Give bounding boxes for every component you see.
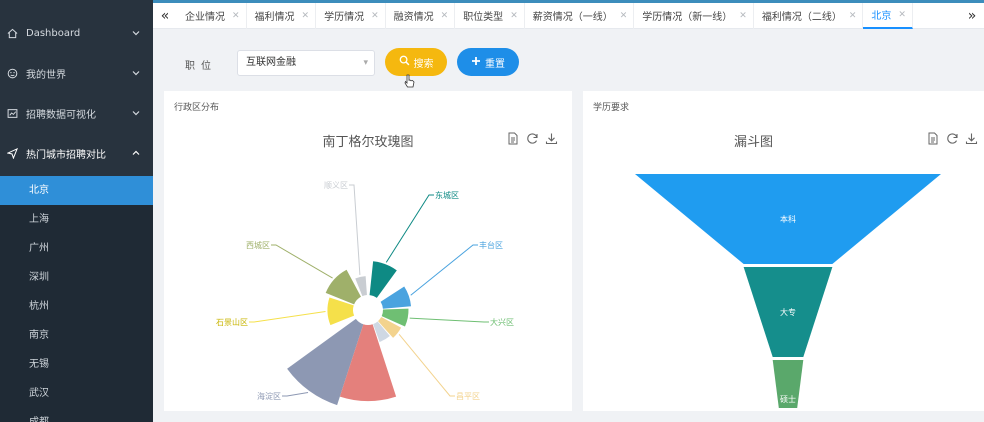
tab-financing[interactable]: 融资情况 ✕ <box>386 2 456 29</box>
sidebar-item-dashboard[interactable]: Dashboard <box>0 13 153 53</box>
rose-center-hole <box>354 296 382 324</box>
tab-label: 职位类型 <box>463 12 504 23</box>
district-panel: 行政区分布 南丁格尔玫瑰图 海淀区 东城区 丰台区 大兴区 昌平区 石景山区 西城区 顺义区 <box>164 91 572 411</box>
position-select[interactable]: 互联网金融 ▾ <box>237 50 375 76</box>
sidebar-item-city-compare[interactable]: 热门城市招聘对比 <box>0 133 153 173</box>
tabs-prev-button[interactable]: « <box>153 3 177 29</box>
tab-label: 学历情况（新一线） <box>642 12 733 23</box>
tab-label: 学历情况 <box>324 12 365 23</box>
home-icon <box>6 27 18 39</box>
search-button[interactable]: 搜索 <box>385 48 447 76</box>
funnel-chart: 本科大专硕士 <box>635 174 941 408</box>
funnel-label: 硕士 <box>780 394 796 404</box>
close-icon[interactable]: ✕ <box>620 11 628 21</box>
rose-label: 大兴区 <box>490 317 514 327</box>
tab-salary-tier1[interactable]: 薪资情况（一线） ✕ <box>525 2 635 29</box>
tab-bar: « 企业情况 ✕ 福利情况 ✕ 学历情况 ✕ 融资情况 ✕ 职位类型 ✕ 薪资情况（一线）… <box>153 2 984 29</box>
tab-job-type[interactable]: 职位类型 ✕ <box>455 2 525 29</box>
rose-label-line <box>398 333 455 397</box>
close-icon[interactable]: ✕ <box>302 11 310 21</box>
reset-button[interactable]: 重置 <box>457 48 519 76</box>
rose-label-line <box>249 310 326 323</box>
rose-label: 丰台区 <box>479 240 503 250</box>
rose-label-line <box>282 392 309 397</box>
tab-welfare[interactable]: 福利情况 ✕ <box>247 2 317 29</box>
close-icon[interactable]: ✕ <box>510 11 518 21</box>
rose-label: 西城区 <box>246 241 270 250</box>
close-icon[interactable]: ✕ <box>232 11 240 21</box>
submenu-item-wuxi[interactable]: 无锡 <box>0 350 153 379</box>
close-icon[interactable]: ✕ <box>898 10 906 20</box>
sidebar-item-recruit-viz[interactable]: 招聘数据可视化 <box>0 93 153 133</box>
rose-label-line <box>349 184 361 275</box>
sidebar-item-my-world[interactable]: 我的世界 <box>0 53 153 93</box>
position-select-value: 互联网金融 <box>246 57 296 68</box>
caret-down-icon: ▾ <box>363 58 368 68</box>
sidebar: Dashboard 我的世界 招聘数据可视化 热门城市招聘对比 北京 上海 广州… <box>0 0 153 422</box>
tab-company[interactable]: 企业情况 ✕ <box>177 2 247 29</box>
mouse-pointer-icon <box>404 74 415 91</box>
submenu-item-wuhan[interactable]: 武汉 <box>0 379 153 408</box>
reset-button-label: 重置 <box>485 58 505 70</box>
rose-label: 东城区 <box>435 190 459 200</box>
submenu-item-shanghai[interactable]: 上海 <box>0 205 153 234</box>
tab-label: 北京 <box>871 11 892 22</box>
education-panel: 学历要求 漏斗图 本科 大专 硕士 <box>583 91 984 411</box>
plus-icon <box>471 56 481 69</box>
sidebar-item-label: 热门城市招聘对比 <box>26 149 106 161</box>
position-label: 职位 <box>185 61 217 72</box>
sidebar-item-label: 招聘数据可视化 <box>26 109 96 121</box>
chart-icon <box>6 107 18 119</box>
tab-education[interactable]: 学历情况 ✕ <box>316 2 386 29</box>
tab-beijing[interactable]: 北京 ✕ <box>863 2 913 29</box>
chevron-down-icon <box>131 28 141 38</box>
rose-sector[interactable] <box>380 286 412 309</box>
tab-label: 薪资情况（一线） <box>532 12 613 23</box>
rose-label-line <box>409 317 489 323</box>
tab-label: 融资情况 <box>393 12 434 23</box>
tab-label: 福利情况（二线） <box>761 12 842 23</box>
city-submenu: 北京 上海 广州 深圳 杭州 南京 无锡 武汉 成都 <box>0 176 153 422</box>
rose-chart: 海淀区 东城区丰台区大兴区昌平区 石景山区 西城区 顺义区 <box>216 181 514 406</box>
close-icon[interactable]: ✕ <box>371 11 379 21</box>
rose-sector[interactable] <box>369 261 397 298</box>
close-icon[interactable]: ✕ <box>739 11 747 21</box>
chevron-down-icon <box>131 68 141 78</box>
tab-education-newtier1[interactable]: 学历情况（新一线） ✕ <box>634 2 754 29</box>
rose-label: 石景山区 <box>216 317 248 327</box>
chevron-down-icon <box>131 108 141 118</box>
close-icon[interactable]: ✕ <box>849 11 857 21</box>
submenu-item-guangzhou[interactable]: 广州 <box>0 234 153 263</box>
chevron-up-icon <box>131 148 141 158</box>
search-button-label: 搜索 <box>413 58 434 70</box>
submenu-item-hangzhou[interactable]: 杭州 <box>0 292 153 321</box>
rose-label: 昌平区 <box>456 392 480 401</box>
rose-label-line <box>385 194 434 263</box>
rose-label-line <box>410 244 478 296</box>
submenu-item-chengdu[interactable]: 成都 <box>0 408 153 422</box>
funnel-label: 大专 <box>780 307 796 317</box>
tab-label: 福利情况 <box>254 12 295 23</box>
submenu-item-shenzhen[interactable]: 深圳 <box>0 263 153 292</box>
search-icon <box>399 55 410 69</box>
rose-label: 海淀区 <box>257 391 281 401</box>
globe-icon <box>6 67 18 79</box>
funnel-label: 本科 <box>780 214 796 224</box>
rose-label-line <box>271 244 333 279</box>
sidebar-item-label: Dashboard <box>26 27 81 39</box>
tab-welfare-tier2[interactable]: 福利情况（二线） ✕ <box>754 2 864 29</box>
rose-label: 顺义区 <box>324 181 348 190</box>
submenu-item-nanjing[interactable]: 南京 <box>0 321 153 350</box>
tab-label: 企业情况 <box>185 12 225 23</box>
send-icon <box>6 147 18 159</box>
tabs-next-button[interactable]: » <box>960 3 984 29</box>
submenu-item-beijing[interactable]: 北京 <box>0 176 153 205</box>
sidebar-item-label: 我的世界 <box>26 69 66 81</box>
close-icon[interactable]: ✕ <box>441 11 449 21</box>
